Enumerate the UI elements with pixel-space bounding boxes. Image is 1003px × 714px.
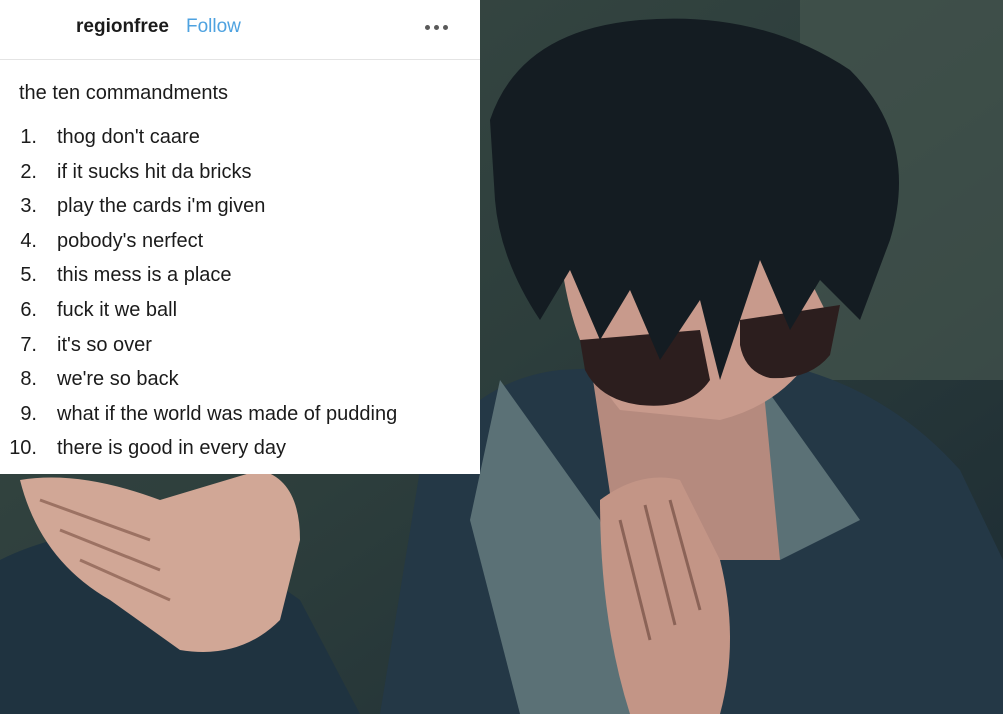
commandments-list: 1. thog don't caare 2. if it sucks hit da …: [0, 122, 480, 468]
tumblr-post-card: regionfree Follow the ten commandments 1…: [0, 0, 480, 474]
list-number: 8.: [20, 368, 37, 391]
follow-button[interactable]: Follow: [186, 16, 241, 38]
list-text: pobody's nerfect: [57, 229, 204, 252]
list-text: we're so back: [57, 368, 179, 391]
list-item: 2. if it sucks hit da bricks: [0, 157, 480, 192]
list-number: 4.: [20, 229, 37, 252]
list-number: 1.: [20, 126, 37, 148]
more-options-icon[interactable]: [425, 18, 453, 36]
list-item: 6. fuck it we ball: [0, 295, 480, 330]
list-text: if it sucks hit da bricks: [57, 160, 252, 183]
list-item: 9. what if the world was made of pudding: [0, 399, 480, 434]
list-item: 1. thog don't caare: [0, 122, 480, 157]
list-number: 5.: [20, 264, 37, 287]
list-item: 5. this mess is a place: [0, 260, 480, 295]
post-title: the ten commandments: [19, 82, 228, 104]
list-item: 8. we're so back: [0, 364, 480, 399]
list-number: 9.: [20, 402, 37, 425]
post-header: regionfree Follow: [0, 0, 480, 60]
list-text: there is good in every day: [57, 437, 287, 460]
list-text: fuck it we ball: [57, 298, 178, 321]
list-item: 10. there is good in every day: [0, 433, 480, 468]
username[interactable]: regionfree: [76, 16, 169, 38]
list-text: this mess is a place: [57, 264, 232, 287]
list-number: 2.: [20, 160, 37, 183]
list-number: 10.: [9, 437, 37, 460]
list-number: 6.: [20, 298, 37, 321]
list-number: 7.: [20, 333, 37, 356]
list-text: thog don't caare: [57, 126, 200, 148]
list-item: 3. play the cards i'm given: [0, 191, 480, 226]
list-item: 4. pobody's nerfect: [0, 226, 480, 261]
list-text: play the cards i'm given: [57, 195, 266, 218]
list-text: it's so over: [57, 333, 152, 356]
list-number: 3.: [20, 195, 37, 218]
list-item: 7. it's so over: [0, 330, 480, 365]
list-text: what if the world was made of pudding: [57, 402, 398, 425]
